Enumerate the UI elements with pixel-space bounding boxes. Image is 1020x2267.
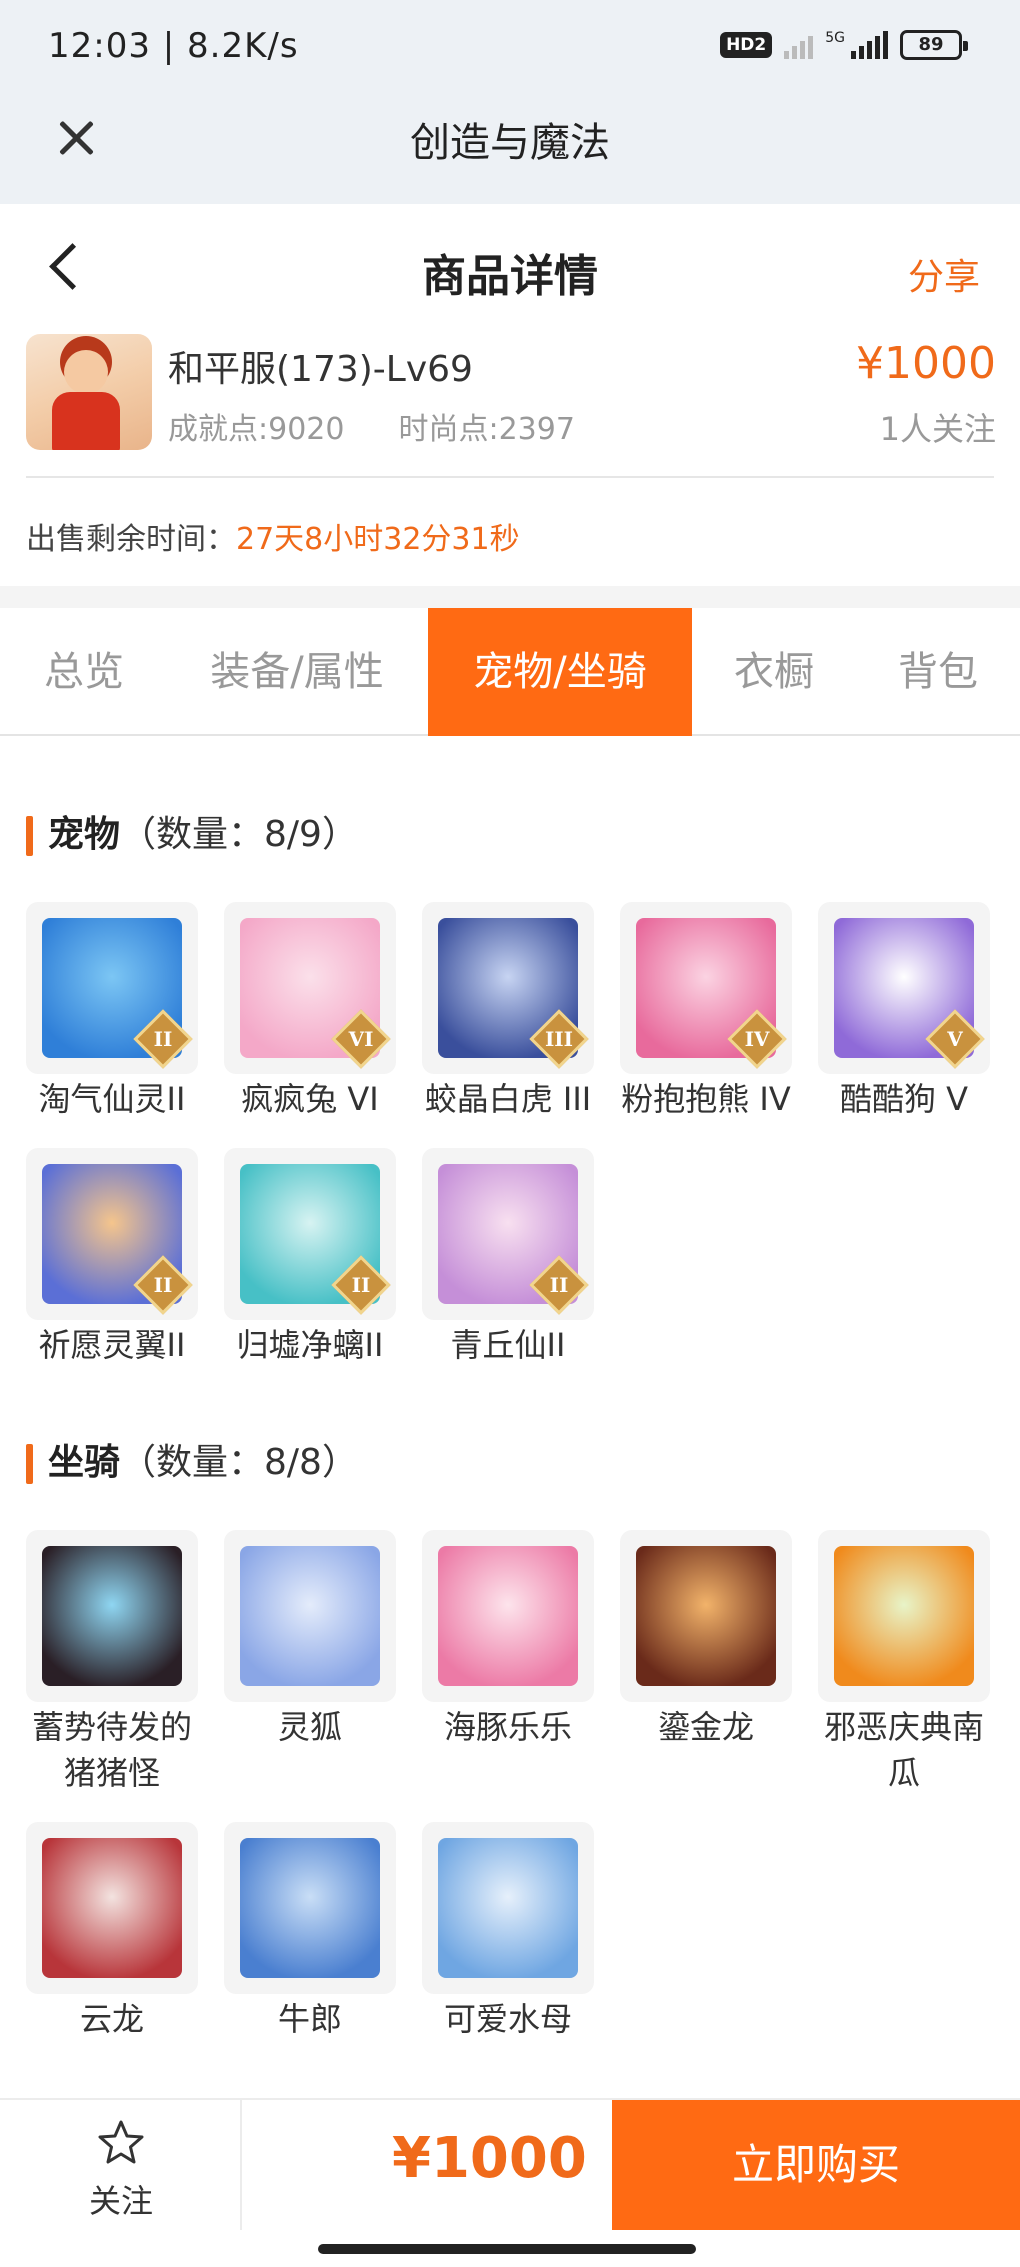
- divider: [26, 476, 994, 478]
- sale-timer: 出售剩余时间：27天8小时32分31秒: [26, 514, 520, 558]
- tab-overview[interactable]: 总览: [0, 608, 168, 736]
- mounts-title: 坐骑: [48, 1442, 121, 1483]
- mount-image: [240, 1546, 380, 1686]
- pet-card[interactable]: IV: [620, 902, 792, 1074]
- mount-card[interactable]: [26, 1530, 198, 1702]
- product-stats: 成就点:9020 时尚点:2397: [168, 404, 575, 448]
- signal-icon: [851, 31, 888, 59]
- mount-image: [834, 1546, 974, 1686]
- mount-name: 鎏金龙: [657, 1708, 754, 1746]
- status-icons: HD2 5G 89: [720, 30, 968, 60]
- star-icon: [98, 2120, 144, 2164]
- mount-image: [42, 1838, 182, 1978]
- app-title: 创造与魔法: [410, 120, 610, 166]
- mount-card[interactable]: [422, 1822, 594, 1994]
- pets-title: 宠物: [48, 814, 121, 855]
- product-summary: 和平服(173)-Lv69 成就点:9020 时尚点:2397 ¥1000 1人关…: [0, 334, 1020, 480]
- pet-card[interactable]: II: [26, 1148, 198, 1320]
- share-button[interactable]: 分享: [908, 248, 980, 300]
- pets-count: （数量：8/9）: [120, 814, 358, 855]
- pet-name: 淘气仙灵II: [38, 1080, 186, 1118]
- mount-image: [240, 1838, 380, 1978]
- pet-card[interactable]: II: [224, 1148, 396, 1320]
- mount-name: 可爱水母: [443, 2000, 572, 2038]
- pet-card[interactable]: VI: [224, 902, 396, 1074]
- tab-bar: 总览 装备/属性 宠物/坐骑 衣橱 背包: [0, 608, 1020, 736]
- mount-name: 灵狐: [277, 1708, 342, 1746]
- hd-badge: HD2: [720, 32, 773, 58]
- mount-card[interactable]: [422, 1530, 594, 1702]
- followers-count: 1人关注: [879, 410, 996, 448]
- pets-section-title: 宠物（数量：8/9）: [26, 812, 358, 858]
- sale-timer-label: 出售剩余时间：: [26, 522, 236, 557]
- battery-icon: 89: [900, 30, 968, 60]
- mount-name: 海豚乐乐: [443, 1708, 572, 1746]
- app-bar: 创造与魔法: [0, 100, 1020, 204]
- pet-name: 粉抱抱熊 IV: [621, 1080, 791, 1118]
- pet-name: 酷酷狗 V: [839, 1080, 969, 1118]
- pet-name: 蛟晶白虎 III: [424, 1080, 592, 1118]
- page-header: 商品详情 分享: [0, 204, 1020, 334]
- pet-name: 归墟净螭II: [236, 1326, 384, 1364]
- pet-card[interactable]: V: [818, 902, 990, 1074]
- tab-pets-mounts[interactable]: 宠物/坐骑: [428, 608, 692, 736]
- pet-name: 祈愿灵翼II: [38, 1326, 186, 1364]
- mount-name: 邪恶庆典南瓜: [823, 1708, 984, 1792]
- tab-backpack[interactable]: 背包: [856, 608, 1020, 736]
- mount-card[interactable]: [620, 1530, 792, 1702]
- signal-weak-icon: [784, 31, 814, 59]
- mount-card[interactable]: [224, 1822, 396, 1994]
- fashion-points: 时尚点:2397: [398, 412, 575, 447]
- follow-label: 关注: [88, 2182, 153, 2220]
- mounts-section-title: 坐骑（数量：8/8）: [26, 1440, 358, 1486]
- mount-image: [636, 1546, 776, 1686]
- bottom-action-bar: 关注 ¥1000 立即购买: [0, 2098, 1020, 2230]
- mounts-count: （数量：8/8）: [120, 1442, 358, 1483]
- achievement-points: 成就点:9020: [168, 412, 345, 447]
- section-gap: [0, 586, 1020, 608]
- product-price: ¥1000: [856, 338, 996, 389]
- mount-card[interactable]: [26, 1822, 198, 1994]
- follow-button[interactable]: 关注: [0, 2100, 242, 2230]
- mount-name: 云龙: [79, 2000, 144, 2038]
- pet-card[interactable]: III: [422, 902, 594, 1074]
- tab-wardrobe[interactable]: 衣橱: [692, 608, 856, 736]
- page-title: 商品详情: [422, 251, 598, 302]
- pet-name: 青丘仙II: [450, 1326, 566, 1364]
- home-indicator: [318, 2244, 696, 2254]
- mount-name: 蓄势待发的猪猪怪: [31, 1708, 192, 1792]
- tab-equipment[interactable]: 装备/属性: [168, 608, 426, 736]
- sale-timer-value: 27天8小时32分31秒: [236, 522, 520, 557]
- mount-image: [438, 1838, 578, 1978]
- pet-card[interactable]: II: [422, 1148, 594, 1320]
- mount-card[interactable]: [818, 1530, 990, 1702]
- server-name: 和平服(173)-Lv69: [168, 349, 473, 390]
- buy-now-button[interactable]: 立即购买: [612, 2100, 1020, 2230]
- pet-name: 疯疯兔 VI: [241, 1080, 379, 1118]
- pet-card[interactable]: II: [26, 902, 198, 1074]
- total-price: ¥1000: [392, 2126, 587, 2191]
- network-label: 5G: [825, 30, 845, 46]
- avatar: [26, 334, 152, 450]
- status-time: 12:03 | 8.2K/s: [48, 26, 299, 66]
- status-bar: 12:03 | 8.2K/s HD2 5G 89: [0, 0, 1020, 100]
- mount-card[interactable]: [224, 1530, 396, 1702]
- mount-image: [438, 1546, 578, 1686]
- mount-name: 牛郎: [277, 2000, 342, 2038]
- mount-image: [42, 1546, 182, 1686]
